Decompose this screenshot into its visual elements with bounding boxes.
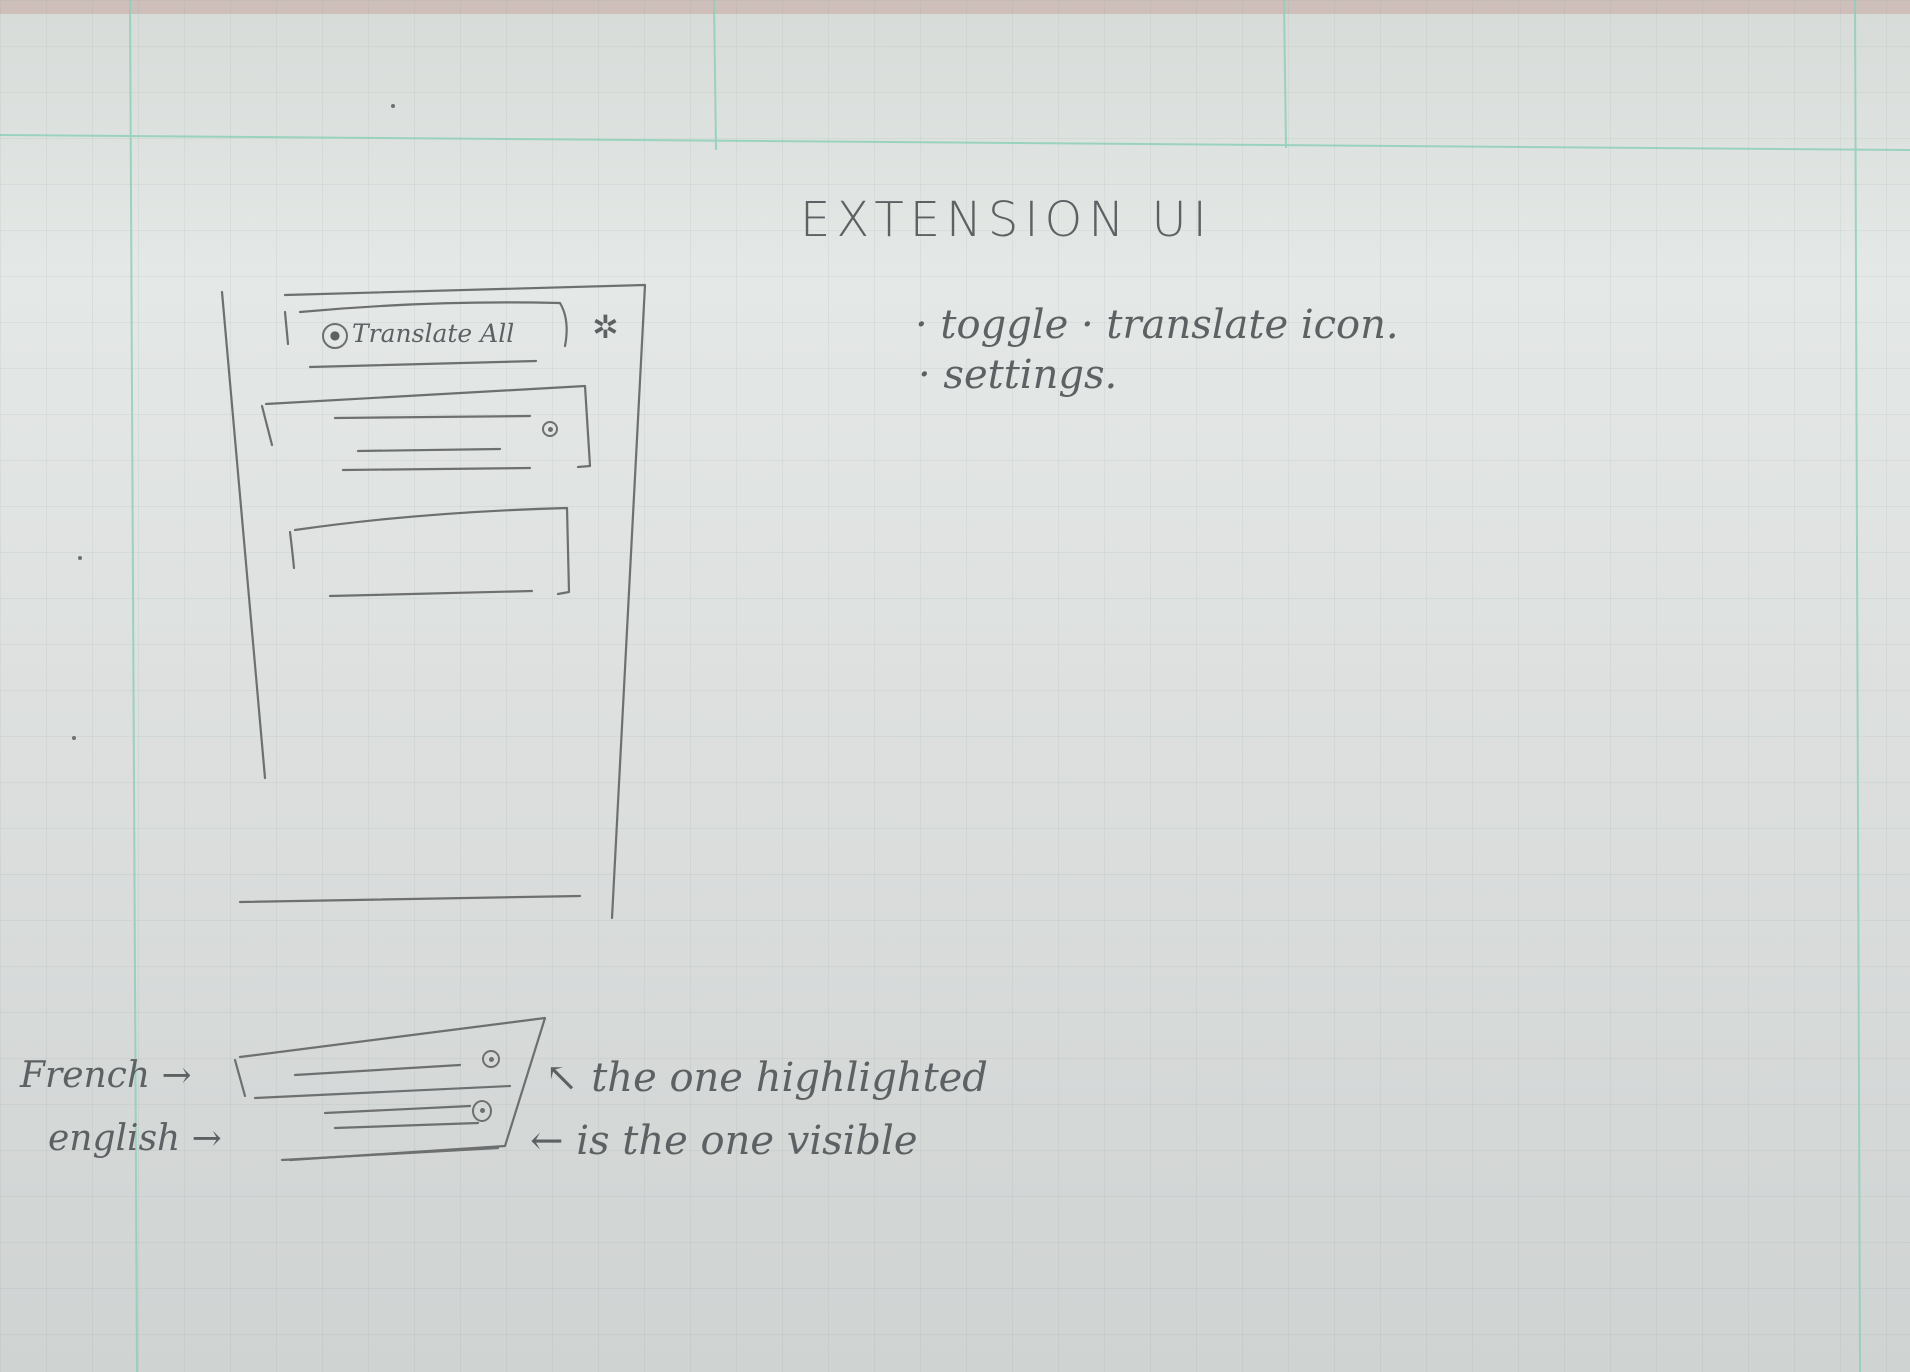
stray-marks	[72, 104, 395, 740]
